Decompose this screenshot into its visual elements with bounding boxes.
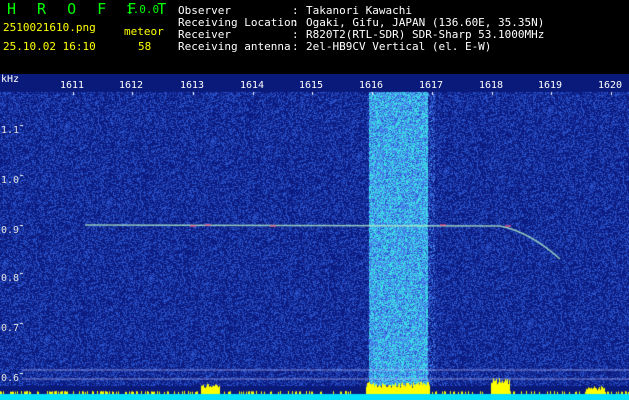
- x-tick-label: 1611: [60, 80, 85, 91]
- info-value-observer: Takanori Kawachi: [306, 4, 412, 17]
- app-version: 1.0.0: [126, 3, 160, 16]
- file-name: 2510021610.png: [3, 21, 96, 34]
- info-value-receiver: R820T2(RTL-SDR) SDR-Sharp 53.1000MHz: [306, 28, 545, 41]
- x-tick-label: 1612: [119, 80, 144, 91]
- info-key-receiver: Receiver: [178, 28, 231, 41]
- y-tick-label: 1.1: [1, 125, 20, 136]
- header-panel: H R O F F T 1.0.0 2510021610.png meteor …: [0, 0, 629, 74]
- x-tick-label: 1615: [299, 80, 324, 91]
- y-tick-label: 0.8: [1, 273, 20, 284]
- x-tick-label: 1617: [419, 80, 444, 91]
- info-value-antenna: 2el-HB9CV Vertical (el. E-W): [306, 40, 492, 53]
- info-key-antenna: Receiving antenna: [178, 40, 291, 53]
- meteor-count: 58: [138, 40, 152, 53]
- y-tick-label: 0.9: [1, 225, 20, 236]
- y-tick-label: 1.0: [1, 175, 20, 186]
- y-tick-label: 0.7: [1, 323, 20, 334]
- spectrogram-canvas: [0, 74, 629, 400]
- timestamp: 25.10.02 16:10: [3, 40, 96, 53]
- info-key-location: Receiving Location: [178, 16, 298, 29]
- info-key-observer: Observer: [178, 4, 231, 17]
- x-tick-label: 1616: [359, 80, 384, 91]
- x-tick-label: 1613: [180, 80, 205, 91]
- info-separator: :: [292, 16, 299, 29]
- info-separator: :: [292, 40, 299, 53]
- x-tick-label: 1619: [538, 80, 563, 91]
- meteor-label: meteor: [124, 25, 164, 38]
- info-separator: :: [292, 4, 299, 17]
- x-tick-label: 1620: [598, 80, 623, 91]
- x-tick-label: 1618: [479, 80, 504, 91]
- y-tick-label: 0.6: [1, 373, 20, 384]
- y-axis-unit: kHz: [1, 74, 20, 85]
- x-tick-label: 1614: [240, 80, 265, 91]
- info-value-location: Ogaki, Gifu, JAPAN (136.60E, 35.35N): [306, 16, 545, 29]
- info-separator: :: [292, 28, 299, 41]
